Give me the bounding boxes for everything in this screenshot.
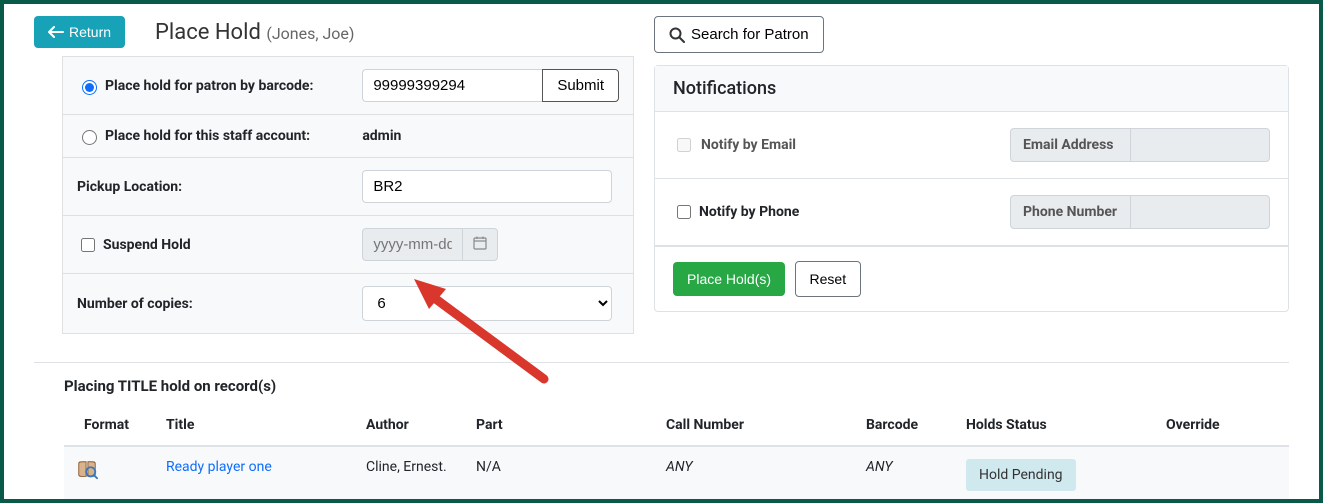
by-barcode-label[interactable]: Place hold for patron by barcode: xyxy=(77,77,334,95)
notify-phone-checkbox[interactable] xyxy=(677,205,691,219)
record-call-number: ANY xyxy=(654,446,854,503)
divider xyxy=(34,362,1289,363)
calendar-button[interactable] xyxy=(462,228,498,261)
suspend-date-input xyxy=(362,228,462,261)
phone-addon: Phone Number xyxy=(1010,195,1130,229)
by-staff-label[interactable]: Place hold for this staff account: xyxy=(77,127,334,145)
col-holds-status: Holds Status xyxy=(954,405,1154,446)
calendar-icon xyxy=(473,236,487,250)
staff-value: admin xyxy=(362,128,401,144)
col-part: Part xyxy=(464,405,654,446)
book-icon xyxy=(76,459,98,481)
reset-button[interactable]: Reset xyxy=(795,261,862,297)
status-badge: Hold Pending xyxy=(966,459,1076,491)
col-format: Format xyxy=(64,405,154,446)
page-title-patron: (Jones, Joe) xyxy=(266,24,354,43)
return-label: Return xyxy=(69,24,111,40)
pickup-label: Pickup Location: xyxy=(63,158,349,216)
col-author: Author xyxy=(354,405,464,446)
place-holds-button[interactable]: Place Hold(s) xyxy=(673,262,785,296)
col-call-number: Call Number xyxy=(654,405,854,446)
col-override: Override xyxy=(1154,405,1289,446)
submit-barcode-button[interactable]: Submit xyxy=(542,69,619,102)
search-icon xyxy=(669,27,685,43)
notify-phone-label: Notify by Phone xyxy=(699,204,799,220)
notifications-header: Notifications xyxy=(655,66,1288,112)
email-addon: Email Address xyxy=(1010,128,1130,162)
record-title-link[interactable]: Ready player one xyxy=(166,459,272,475)
page-title: Place Hold (Jones, Joe) xyxy=(155,20,354,45)
notify-email-label: Notify by Email xyxy=(701,137,796,153)
return-button[interactable]: Return xyxy=(34,16,125,48)
suspend-checkbox[interactable] xyxy=(81,238,95,252)
pickup-input[interactable] xyxy=(362,170,612,203)
arrow-left-icon xyxy=(48,25,64,39)
by-staff-radio[interactable] xyxy=(82,130,97,145)
record-barcode: ANY xyxy=(854,446,954,503)
phone-input xyxy=(1130,195,1270,229)
col-barcode: Barcode xyxy=(854,405,954,446)
search-patron-label: Search for Patron xyxy=(691,26,809,43)
record-part: N/A xyxy=(464,446,654,503)
by-barcode-radio[interactable] xyxy=(82,80,97,95)
suspend-label[interactable]: Suspend Hold xyxy=(77,235,334,255)
notify-email-checkbox xyxy=(677,138,691,152)
placing-title: Placing TITLE hold on record(s) xyxy=(64,377,1289,395)
copies-select[interactable]: 6 xyxy=(362,286,612,321)
record-author: Cline, Ernest. xyxy=(354,446,464,503)
email-input xyxy=(1130,128,1270,162)
table-row: Ready player one Cline, Ernest. N/A ANY … xyxy=(64,446,1289,503)
col-title: Title xyxy=(154,405,354,446)
search-patron-button[interactable]: Search for Patron xyxy=(654,16,824,53)
copies-label: Number of copies: xyxy=(63,274,349,334)
barcode-input[interactable] xyxy=(362,69,542,102)
